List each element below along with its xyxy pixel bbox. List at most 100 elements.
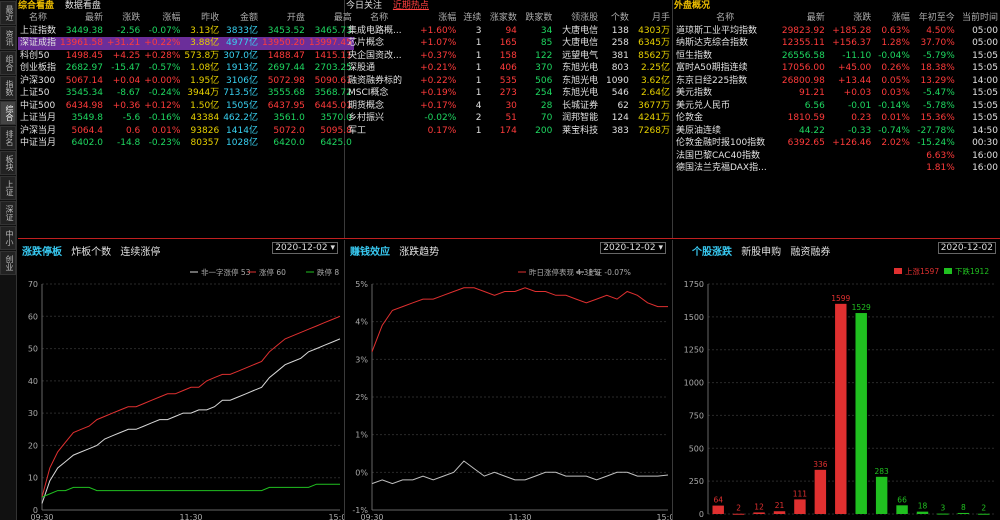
table-row[interactable]: 深股通 +0.21% 1 406 370 东旭光电 803 2.25亿 bbox=[346, 62, 672, 75]
table-row[interactable]: 沪深当月 5064.4 0.6 0.01% 93826 1414亿 5072.0 5095.8 bbox=[18, 125, 354, 138]
column-header[interactable]: 跌家数 bbox=[519, 12, 554, 25]
dist-date-select[interactable]: 2020-12-02 bbox=[937, 242, 996, 254]
table-row[interactable]: 沪深300 5067.14 +0.04 +0.00% 1.95亿 3106亿 5072.98… bbox=[18, 75, 354, 88]
index-name: 创业板指 bbox=[20, 63, 57, 73]
dist-date-value: 2020-12-02 bbox=[940, 243, 993, 253]
index-change: -5.6 bbox=[122, 113, 141, 123]
column-header[interactable]: 涨跌 bbox=[827, 12, 873, 25]
tab-money-effect[interactable]: 赚钱效应 bbox=[350, 247, 390, 258]
left-tab[interactable]: 板块 bbox=[0, 151, 16, 175]
table-row[interactable]: MSCI概念 +0.19% 1 273 254 东旭光电 546 2.64亿 bbox=[346, 87, 672, 100]
tab-margin[interactable]: 融资融券 bbox=[790, 247, 830, 258]
left-tab[interactable]: 深证 bbox=[0, 201, 16, 225]
left-tab[interactable]: 组合 bbox=[0, 51, 16, 75]
table-row[interactable]: 上证当月 3549.8 -5.6 -0.16% 43384 462.2亿 3561.0 357… bbox=[18, 112, 354, 125]
column-header[interactable]: 涨家数 bbox=[483, 12, 518, 25]
table-row[interactable]: 中证当月 6402.0 -14.8 -0.23% 80357 1028亿 6420.0 642… bbox=[18, 137, 354, 150]
distribution-chart-panel: 个股涨跌 新股申购 融资融券 2020-12-02 0 250 500 750 1000… bbox=[674, 240, 1000, 520]
column-header[interactable]: 当前时间 bbox=[957, 12, 1000, 25]
sector-name: 深股通 bbox=[348, 63, 376, 73]
tab-ipo[interactable]: 新股申购 bbox=[741, 247, 781, 258]
table-row[interactable]: 伦敦金 1810.59 0.23 0.01% 15.36% 15:05 bbox=[674, 112, 1000, 125]
x-tick-label: 11:30 bbox=[179, 513, 202, 520]
left-tab[interactable]: 最近 bbox=[0, 1, 16, 25]
column-header[interactable]: 最新 bbox=[58, 12, 105, 25]
index-change: +0.36 bbox=[112, 100, 141, 111]
chevron-down-icon: ▾ bbox=[658, 243, 663, 253]
index-latest: 5067.14 bbox=[65, 75, 103, 86]
effect-date-select[interactable]: 2020-12-02 ▾ bbox=[600, 242, 666, 254]
left-tab[interactable]: 创业 bbox=[0, 251, 16, 275]
sector-leader: 东旭光电 bbox=[562, 63, 599, 73]
left-tab[interactable]: 资讯 bbox=[0, 26, 16, 50]
table-row[interactable]: 富时A50期指连续 17056.00 +45.00 0.26% 18.38% 15:05 bbox=[674, 62, 1000, 75]
table-row[interactable]: 东京日经225指数 26800.98 +13.44 0.05% 13.29% 14:00 bbox=[674, 75, 1000, 88]
table-row[interactable]: 芯片概念 +1.07% 1 165 85 大唐电信 258 6345万 bbox=[346, 37, 672, 50]
table-row[interactable]: 深证成指 13961.58 +31.21 +0.22% 3.88亿 4977亿 13950.… bbox=[18, 37, 354, 50]
column-header[interactable]: 年初至今 bbox=[912, 12, 957, 25]
column-header[interactable]: 涨幅 bbox=[412, 12, 458, 25]
table-row[interactable]: 乡村振兴 -0.02% 2 51 70 润邦智能 124 4241万 bbox=[346, 112, 672, 125]
table-row[interactable]: 纳斯达克综合指数 12355.11 +156.37 1.28% 37.70% 05:00 bbox=[674, 37, 1000, 50]
column-header[interactable]: 名称 bbox=[18, 12, 58, 25]
market-name: 法国巴黎CAC40指数 bbox=[676, 150, 761, 161]
column-header[interactable]: 名称 bbox=[674, 12, 776, 25]
column-header[interactable]: 开盘 bbox=[260, 12, 307, 25]
index-change: +0.04 bbox=[112, 75, 141, 86]
y-tick-label: 1250 bbox=[684, 346, 704, 355]
y-tick-label: 1000 bbox=[684, 379, 704, 388]
table-row[interactable]: 创业板指 2682.97 -15.47 -0.57% 1.08亿 1913亿 2697.44… bbox=[18, 62, 354, 75]
column-header[interactable]: 涨幅 bbox=[142, 12, 182, 25]
tab-recent-hot[interactable]: 近期热点 bbox=[393, 1, 429, 11]
table-row[interactable]: 融资融券标的 +0.22% 1 535 506 东旭光电 1090 3.62亿 bbox=[346, 75, 672, 88]
tab-limit-board[interactable]: 涨跌停板 bbox=[22, 247, 62, 258]
tab-today-focus[interactable]: 今日关注 bbox=[346, 1, 382, 11]
table-row[interactable]: 美元兑人民币 6.56 -0.01 -0.14% -5.78% 15:05 bbox=[674, 100, 1000, 113]
column-header[interactable]: 名称 bbox=[346, 12, 412, 25]
table-row[interactable]: 上证指数 3449.38 -2.56 -0.07% 3.13亿 3833亿 3453.52 3… bbox=[18, 25, 354, 38]
left-tab[interactable]: 排名 bbox=[0, 126, 16, 150]
column-header[interactable]: 金额 bbox=[221, 12, 260, 25]
sector-consecutive: 1 bbox=[475, 63, 482, 73]
left-tab[interactable]: 指数 bbox=[0, 76, 16, 100]
table-row[interactable]: 道琼斯工业平均指数 29823.92 +185.28 0.63% 4.50% 05:00 bbox=[674, 25, 1000, 38]
column-header[interactable]: 涨跌 bbox=[105, 12, 142, 25]
table-row[interactable]: 中证500 6434.98 +0.36 +0.12% 1.50亿 1505亿 6437.95… bbox=[18, 100, 354, 113]
tab-stock-updown[interactable]: 个股涨跌 bbox=[692, 247, 732, 258]
column-header[interactable]: 涨幅 bbox=[873, 12, 912, 25]
column-header[interactable]: 连续 bbox=[458, 12, 483, 25]
y-tick-label: 30 bbox=[28, 409, 38, 418]
limit-date-select[interactable]: 2020-12-02 ▾ bbox=[272, 242, 338, 254]
column-header[interactable]: 领涨股 bbox=[554, 12, 600, 25]
tab-trend[interactable]: 涨跌趋势 bbox=[399, 247, 439, 258]
table-row[interactable]: 上证50 3545.34 -8.67 -0.24% 3944万 713.5亿 3555.68… bbox=[18, 87, 354, 100]
bar-value-label: 64 bbox=[713, 496, 723, 505]
sector-up-count: 406 bbox=[499, 63, 517, 73]
tab-consecutive-limit[interactable]: 连续涨停 bbox=[120, 247, 160, 258]
left-tab[interactable]: 上证 bbox=[0, 176, 16, 200]
table-row[interactable]: 集成电路概... +1.60% 3 94 34 大唐电信 138 4303万 bbox=[346, 25, 672, 38]
column-header[interactable]: 最新 bbox=[776, 12, 827, 25]
market-name: 富时A50期指连续 bbox=[676, 63, 748, 73]
sector-volume: 8562万 bbox=[638, 50, 670, 61]
table-row[interactable]: 央企国资改... +0.37% 1 158 122 远望电气 381 8562万 bbox=[346, 50, 672, 63]
global-title[interactable]: 外盘概况 bbox=[674, 1, 710, 11]
tab-broken-limit[interactable]: 炸板个数 bbox=[71, 247, 111, 258]
column-header[interactable]: 个数 bbox=[600, 12, 631, 25]
table-row[interactable]: 德国法兰克福DAX指... 1.81% 16:00 bbox=[674, 162, 1000, 175]
table-row[interactable]: 科创50 1498.45 +4.25 +0.28% 573.8万 307.0亿 1488.4… bbox=[18, 50, 354, 63]
left-tab[interactable]: 中小 bbox=[0, 226, 16, 250]
table-row[interactable]: 伦敦金融时报100指数 6392.65 +126.46 2.02% -15.24% 00:… bbox=[674, 137, 1000, 150]
table-row[interactable]: 期货概念 +0.17% 4 30 28 长城证券 62 3677万 bbox=[346, 100, 672, 113]
index-prev: 1.50亿 bbox=[190, 100, 220, 111]
table-row[interactable]: 美元指数 91.21 +0.03 0.03% -5.47% 15:05 bbox=[674, 87, 1000, 100]
table-row[interactable]: 军工 0.17% 1 174 200 莱宝科技 383 7268万 bbox=[346, 125, 672, 138]
table-row[interactable]: 恒生指数 26556.58 -11.10 -0.04% -5.79% 15:05 bbox=[674, 50, 1000, 63]
column-header[interactable]: 昨收 bbox=[182, 12, 221, 25]
table-row[interactable]: 美原油连续 44.22 -0.33 -0.74% -27.78% 14:50 bbox=[674, 125, 1000, 138]
table-row[interactable]: 法国巴黎CAC40指数 6.63% 16:00 bbox=[674, 150, 1000, 163]
tab-data[interactable]: 数据看盘 bbox=[65, 1, 101, 11]
left-tab[interactable]: 综合 bbox=[0, 101, 16, 125]
column-header[interactable]: 月手 bbox=[631, 12, 672, 25]
tab-composite[interactable]: 综合看盘 bbox=[18, 1, 54, 11]
